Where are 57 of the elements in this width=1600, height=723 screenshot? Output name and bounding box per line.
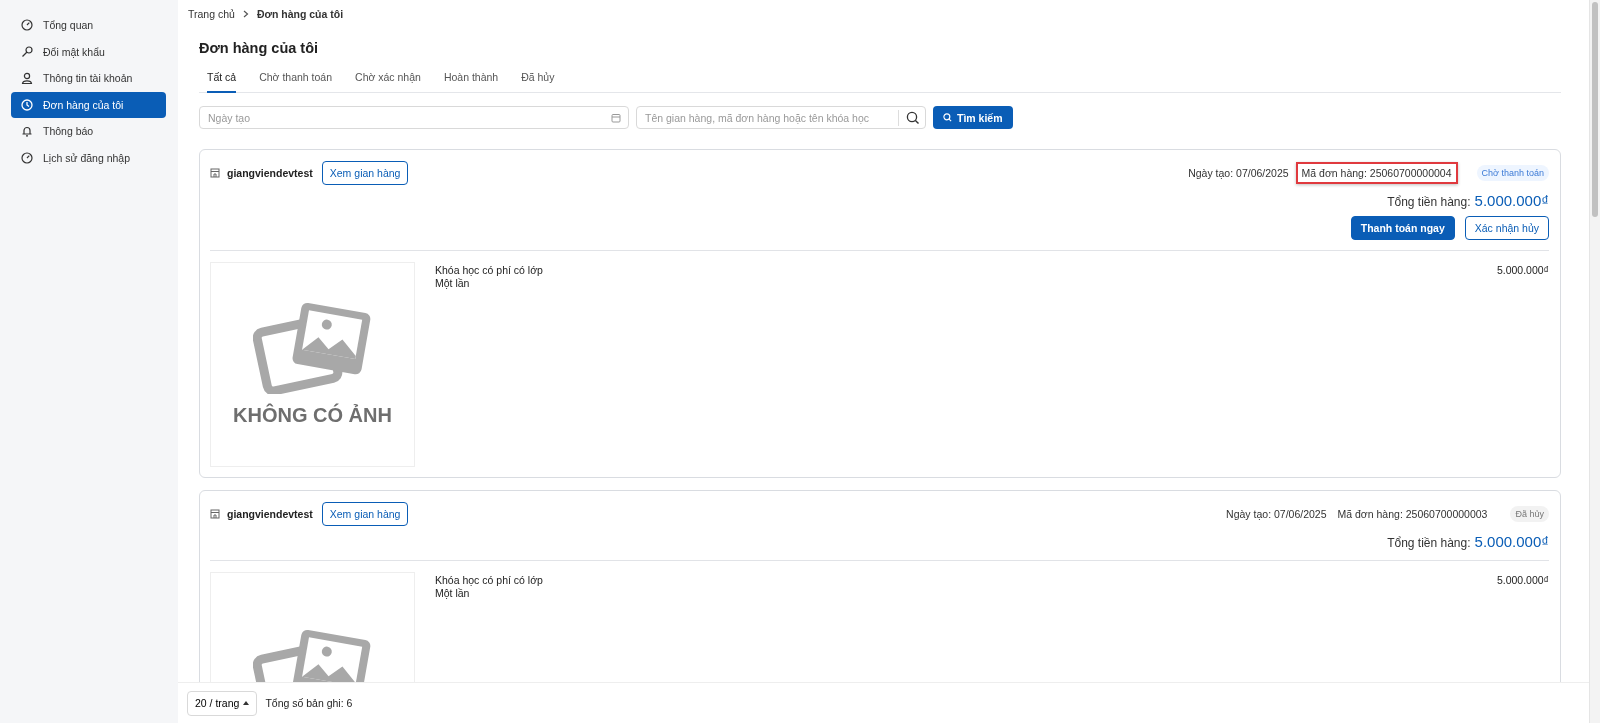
search-icon — [943, 113, 952, 122]
tab[interactable]: Chờ xác nhận — [355, 68, 421, 92]
sidebar-item[interactable]: Lịch sử đăng nhập — [11, 144, 166, 171]
shop-name: giangviendevtest — [227, 167, 313, 179]
status-tag: Đã hủy — [1510, 506, 1549, 522]
pay-button[interactable]: Thanh toán ngay — [1350, 216, 1455, 240]
created-date: Ngày tạo: 07/06/2025 — [1226, 508, 1327, 520]
sidebar-item[interactable]: Thông tin tài khoản — [11, 65, 166, 92]
breadcrumb-item: Đơn hàng của tôi — [256, 8, 344, 20]
sidebar-item[interactable]: Đơn hàng của tôi — [11, 91, 166, 118]
course-variant: Một lần — [435, 277, 471, 289]
caret-up-icon — [243, 701, 250, 705]
search-field[interactable]: Tên gian hàng, mã đơn hàng hoặc tên khóa học — [636, 106, 926, 129]
item-price: 5.000.000₫ — [1496, 263, 1549, 278]
clock-icon — [21, 98, 33, 111]
tab[interactable]: Hoàn thành — [443, 68, 499, 92]
created-date: Ngày tạo: 07/06/2025 — [1188, 167, 1289, 179]
tab[interactable]: Chờ thanh toán — [259, 68, 333, 92]
sidebar-item[interactable]: Tổng quan — [11, 12, 166, 39]
page-size-select[interactable]: 20 / trang — [187, 690, 258, 716]
order-code: Mã đơn hàng: 25060700000003 — [1336, 507, 1489, 522]
gauge-icon — [21, 19, 33, 32]
calendar-icon — [611, 112, 621, 123]
view-shop-button[interactable]: Xem gian hàng — [321, 161, 409, 185]
record-count: Tổng số bản ghi: 6 — [265, 697, 353, 709]
view-shop-button[interactable]: Xem gian hàng — [321, 502, 409, 526]
scrollbar[interactable] — [1589, 0, 1600, 723]
user-icon — [21, 72, 33, 85]
gauge-icon — [21, 151, 33, 164]
shop-icon — [210, 509, 220, 519]
tab[interactable]: Đã hủy — [521, 68, 555, 92]
total-label: Tổng tiền hàng: — [1387, 195, 1471, 209]
date-field[interactable]: Ngày tạo — [199, 106, 629, 129]
sidebar-item[interactable]: Đổi mật khẩu — [11, 38, 166, 65]
course-variant: Một lần — [435, 587, 471, 599]
order-code: Mã đơn hàng: 25060700000004 — [1295, 162, 1458, 184]
total-amount: 5.000.000₫ — [1474, 533, 1549, 550]
shop-icon — [210, 168, 220, 178]
cancel-button[interactable]: Xác nhận hủy — [1464, 216, 1549, 240]
tab[interactable]: Tất cả — [207, 68, 237, 93]
no-image-label: KHÔNG CÓ ẢNH — [233, 404, 392, 427]
item-price: 5.000.000₫ — [1496, 573, 1549, 588]
total-amount: 5.000.000₫ — [1474, 192, 1549, 209]
breadcrumb-item[interactable]: Trang chủ — [188, 8, 235, 20]
total-label: Tổng tiền hàng: — [1387, 536, 1471, 550]
chevron-right-icon — [242, 10, 249, 18]
status-tag: Chờ thanh toán — [1476, 165, 1549, 181]
bell-icon — [21, 125, 33, 138]
shop-name: giangviendevtest — [227, 508, 313, 520]
key-icon — [21, 45, 33, 58]
page-title: Đơn hàng của tôi — [199, 40, 320, 56]
search-icon[interactable] — [906, 110, 920, 125]
course-name: Khóa học có phí có lớp — [435, 264, 544, 276]
course-name: Khóa học có phí có lớp — [435, 574, 544, 586]
search-button[interactable]: Tìm kiếm — [933, 106, 1013, 129]
sidebar-item[interactable]: Thông báo — [11, 118, 166, 145]
picture-icon — [252, 302, 373, 394]
